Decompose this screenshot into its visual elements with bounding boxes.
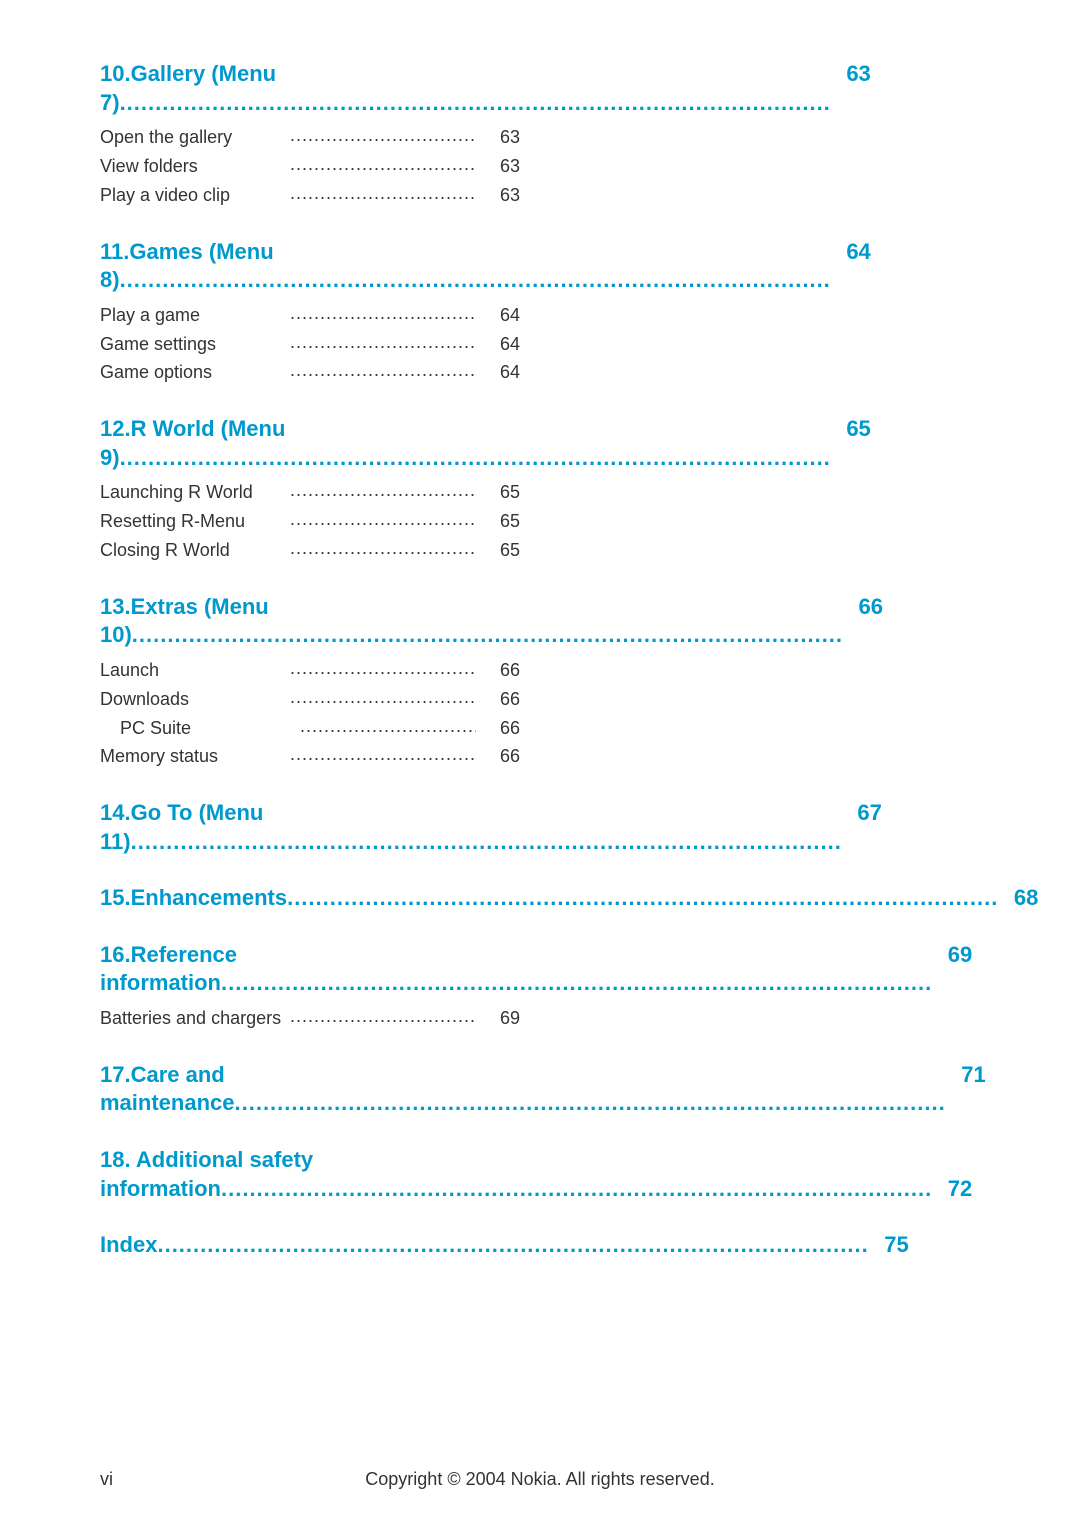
heading-page-15: 68 bbox=[998, 884, 1038, 913]
dots-decoration bbox=[290, 740, 476, 769]
subitem-page: 66 bbox=[480, 742, 520, 771]
toc-content: 10.Gallery (Menu 7) 63 Open the gallery … bbox=[0, 0, 620, 1368]
toc-section-12: 12.R World (Menu 9) 65 Launching R World… bbox=[100, 415, 520, 565]
toc-section-15: 15.Enhancements 68 bbox=[100, 884, 520, 913]
dots-decoration bbox=[290, 654, 476, 683]
heading-page-18: 72 bbox=[932, 1175, 972, 1204]
list-item: Memory status 66 bbox=[100, 742, 520, 771]
subitem-label: Closing R World bbox=[100, 536, 286, 565]
list-item: Batteries and chargers 69 bbox=[100, 1004, 520, 1033]
subitem-label: Play a game bbox=[100, 301, 286, 330]
toc-heading-11: 11.Games (Menu 8) 64 bbox=[100, 238, 520, 295]
heading-page-12: 65 bbox=[831, 415, 871, 444]
dots-decoration bbox=[290, 179, 476, 208]
dots-decoration bbox=[290, 150, 476, 179]
heading-page-17: 71 bbox=[946, 1061, 986, 1090]
subitem-page: 66 bbox=[480, 714, 520, 743]
dots-decoration bbox=[290, 121, 476, 150]
list-item: Game settings 64 bbox=[100, 330, 520, 359]
heading-title-14: 14.Go To (Menu 11) bbox=[100, 799, 842, 856]
subitem-label: Play a video clip bbox=[100, 181, 286, 210]
heading-title-13: 13.Extras (Menu 10) bbox=[100, 593, 843, 650]
heading-title-17: 17.Care and maintenance bbox=[100, 1061, 946, 1118]
heading-page-14: 67 bbox=[842, 799, 882, 828]
toc-section-index: Index 75 bbox=[100, 1231, 520, 1260]
subitem-page: 66 bbox=[480, 685, 520, 714]
list-item: Game options 64 bbox=[100, 358, 520, 387]
subitem-label: Launching R World bbox=[100, 478, 286, 507]
subitem-label: Batteries and chargers bbox=[100, 1004, 286, 1033]
toc-heading-10: 10.Gallery (Menu 7) 63 bbox=[100, 60, 520, 117]
heading-page-13: 66 bbox=[843, 593, 883, 622]
heading-title-11: 11.Games (Menu 8) bbox=[100, 238, 831, 295]
toc-heading-14: 14.Go To (Menu 11) 67 bbox=[100, 799, 520, 856]
list-item: Launch 66 bbox=[100, 656, 520, 685]
subitem-label: Memory status bbox=[100, 742, 286, 771]
dots-decoration bbox=[290, 683, 476, 712]
list-item: Launching R World 65 bbox=[100, 478, 520, 507]
list-item: PC Suite 66 bbox=[100, 714, 520, 743]
subitem-page: 63 bbox=[480, 123, 520, 152]
subitem-page: 66 bbox=[480, 656, 520, 685]
heading-title-index: Index bbox=[100, 1231, 869, 1260]
heading-page-11: 64 bbox=[831, 238, 871, 267]
subitem-page: 63 bbox=[480, 181, 520, 210]
list-item: Open the gallery 63 bbox=[100, 123, 520, 152]
toc-section-13: 13.Extras (Menu 10) 66 Launch 66 Downloa… bbox=[100, 593, 520, 771]
heading-title-16: 16.Reference information bbox=[100, 941, 932, 998]
subitem-page: 65 bbox=[480, 536, 520, 565]
subitem-label: Launch bbox=[100, 656, 286, 685]
toc-heading-12: 12.R World (Menu 9) 65 bbox=[100, 415, 520, 472]
list-item: Downloads 66 bbox=[100, 685, 520, 714]
dots-decoration bbox=[300, 712, 476, 741]
dots-decoration bbox=[290, 505, 476, 534]
subitem-page: 65 bbox=[480, 478, 520, 507]
heading-title-18: 18. Additional safetyinformation bbox=[100, 1146, 932, 1203]
list-item: Resetting R-Menu 65 bbox=[100, 507, 520, 536]
subitem-page: 63 bbox=[480, 152, 520, 181]
dots-decoration bbox=[290, 1002, 476, 1031]
subitem-label: Game settings bbox=[100, 330, 286, 359]
dots-decoration bbox=[290, 476, 476, 505]
heading-page-10: 63 bbox=[831, 60, 871, 89]
copyright-text: Copyright © 2004 Nokia. All rights reser… bbox=[365, 1469, 714, 1490]
toc-section-11: 11.Games (Menu 8) 64 Play a game 64 Game… bbox=[100, 238, 520, 388]
dots-decoration bbox=[290, 534, 476, 563]
toc-section-10: 10.Gallery (Menu 7) 63 Open the gallery … bbox=[100, 60, 520, 210]
toc-heading-15: 15.Enhancements 68 bbox=[100, 884, 520, 913]
list-item: Play a video clip 63 bbox=[100, 181, 520, 210]
subitem-page: 64 bbox=[480, 301, 520, 330]
heading-title-10: 10.Gallery (Menu 7) bbox=[100, 60, 831, 117]
heading-page-index: 75 bbox=[869, 1231, 909, 1260]
dots-decoration bbox=[290, 299, 476, 328]
subitem-page: 64 bbox=[480, 330, 520, 359]
subitem-label: Open the gallery bbox=[100, 123, 286, 152]
subitem-label: View folders bbox=[100, 152, 286, 181]
subitem-page: 64 bbox=[480, 358, 520, 387]
footer: Copyright © 2004 Nokia. All rights reser… bbox=[0, 1469, 1080, 1490]
subitem-page: 69 bbox=[480, 1004, 520, 1033]
toc-heading-17: 17.Care and maintenance 71 bbox=[100, 1061, 520, 1118]
toc-section-18: 18. Additional safetyinformation 72 bbox=[100, 1146, 520, 1203]
list-item: Play a game 64 bbox=[100, 301, 520, 330]
heading-title-15: 15.Enhancements bbox=[100, 884, 998, 913]
subitem-label: PC Suite bbox=[120, 714, 296, 743]
subitem-page: 65 bbox=[480, 507, 520, 536]
toc-section-17: 17.Care and maintenance 71 bbox=[100, 1061, 520, 1118]
subitem-label: Downloads bbox=[100, 685, 286, 714]
subitem-label: Game options bbox=[100, 358, 286, 387]
subitem-label: Resetting R-Menu bbox=[100, 507, 286, 536]
dots-decoration bbox=[290, 356, 476, 385]
toc-heading-index: Index 75 bbox=[100, 1231, 520, 1260]
toc-heading-16: 16.Reference information 69 bbox=[100, 941, 520, 998]
toc-heading-13: 13.Extras (Menu 10) 66 bbox=[100, 593, 520, 650]
list-item: Closing R World 65 bbox=[100, 536, 520, 565]
list-item: View folders 63 bbox=[100, 152, 520, 181]
heading-title-12: 12.R World (Menu 9) bbox=[100, 415, 831, 472]
heading-page-16: 69 bbox=[932, 941, 972, 970]
toc-section-14: 14.Go To (Menu 11) 67 bbox=[100, 799, 520, 856]
dots-decoration bbox=[290, 328, 476, 357]
toc-heading-18: 18. Additional safetyinformation 72 bbox=[100, 1146, 520, 1203]
toc-section-16: 16.Reference information 69 Batteries an… bbox=[100, 941, 520, 1033]
